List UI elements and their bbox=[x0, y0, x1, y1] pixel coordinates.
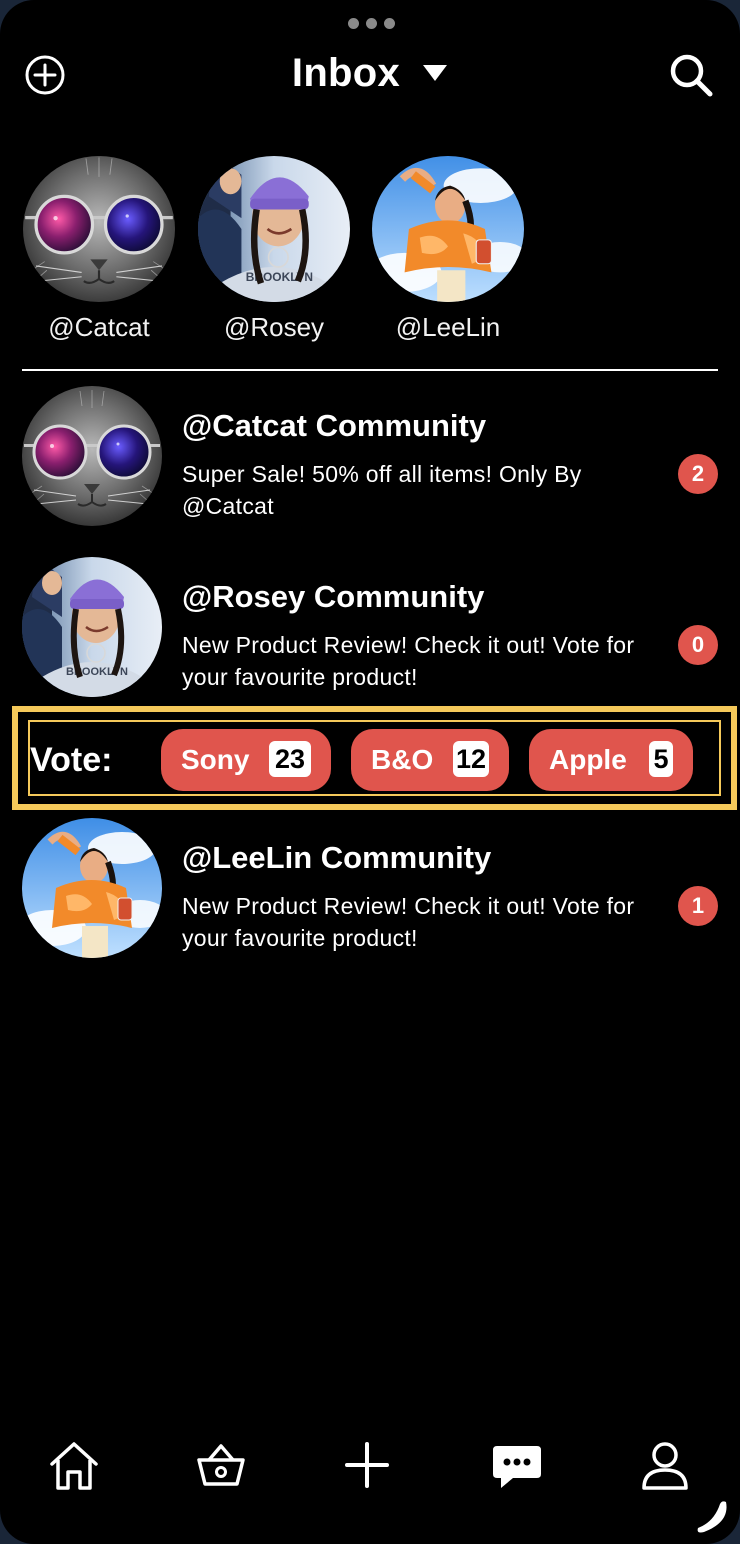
phone-icon bbox=[697, 1501, 727, 1533]
page-title: Inbox bbox=[291, 50, 401, 95]
inbox-title-dropdown[interactable]: Inbox bbox=[0, 50, 740, 96]
unread-badge: 1 bbox=[678, 886, 718, 926]
story-handle: @Rosey bbox=[223, 312, 325, 342]
vote-option-sony[interactable]: Sony 23 bbox=[161, 729, 331, 791]
unread-badge: 2 bbox=[678, 454, 718, 494]
story-handle: @LeeLin bbox=[395, 312, 501, 342]
vote-count: 23 bbox=[269, 741, 311, 777]
story-catcat[interactable]: @Catcat bbox=[21, 156, 177, 346]
avatar bbox=[198, 156, 350, 302]
vote-option-bo[interactable]: B&O 12 bbox=[351, 729, 509, 791]
conversation-title: @LeeLin Community bbox=[182, 840, 492, 875]
vote-option-label: Sony bbox=[181, 744, 250, 775]
avatar bbox=[372, 156, 524, 302]
story-handle: @Catcat bbox=[48, 312, 150, 342]
vote-option-label: Apple bbox=[549, 744, 627, 775]
vote-option-label: B&O bbox=[371, 744, 434, 775]
conversation-preview: New Product Review! Check it out! Vote f… bbox=[182, 893, 635, 951]
bottom-tab-bar bbox=[0, 1438, 740, 1494]
basket-icon[interactable] bbox=[193, 1438, 249, 1494]
story-avatars: @Catcat @Rosey @LeeLin bbox=[0, 156, 740, 346]
header: Inbox bbox=[0, 50, 740, 98]
plus-icon[interactable] bbox=[339, 1438, 395, 1494]
vote-option-apple[interactable]: Apple 5 bbox=[529, 729, 693, 791]
conversation-catcat-community[interactable]: @Catcat Community Super Sale! 50% off al… bbox=[0, 386, 740, 528]
inbox-screen: Inbox @Catcat @Rosey @LeeLin @Catcat Com… bbox=[0, 0, 740, 1544]
home-icon[interactable] bbox=[46, 1438, 102, 1494]
avatar bbox=[22, 818, 162, 958]
avatar bbox=[22, 557, 162, 697]
chat-icon[interactable] bbox=[489, 1438, 545, 1494]
search-icon[interactable] bbox=[668, 52, 714, 98]
conversation-leelin-community[interactable]: @LeeLin Community New Product Review! Ch… bbox=[0, 818, 740, 960]
conversation-preview: New Product Review! Check it out! Vote f… bbox=[182, 632, 635, 690]
vote-count: 12 bbox=[453, 741, 489, 777]
story-rosey[interactable]: @Rosey bbox=[196, 156, 352, 346]
divider bbox=[22, 369, 718, 371]
vote-label: Vote: bbox=[30, 741, 113, 779]
caret-down-icon bbox=[423, 65, 448, 81]
profile-icon[interactable] bbox=[637, 1438, 693, 1494]
avatar bbox=[23, 156, 175, 302]
unread-badge: 0 bbox=[678, 625, 718, 665]
vote-count: 5 bbox=[649, 741, 673, 777]
conversation-rosey-community[interactable]: @Rosey Community New Product Review! Che… bbox=[0, 557, 740, 699]
more-options-grabber[interactable] bbox=[348, 18, 395, 29]
story-leelin[interactable]: @LeeLin bbox=[370, 156, 526, 346]
conversation-title: @Rosey Community bbox=[182, 579, 485, 614]
conversation-title: @Catcat Community bbox=[182, 408, 487, 443]
avatar bbox=[22, 386, 162, 526]
conversation-preview: Super Sale! 50% off all items! Only By @… bbox=[182, 461, 582, 519]
